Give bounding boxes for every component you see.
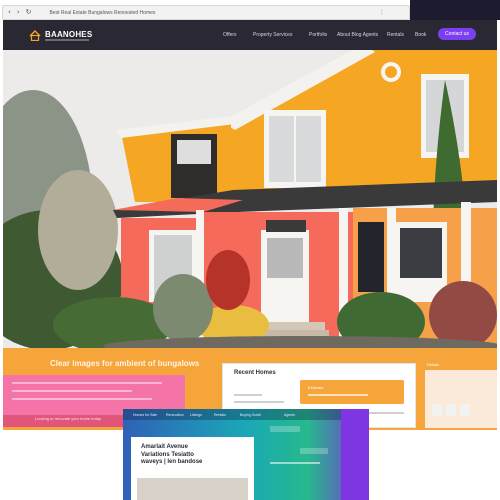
hero-house-image xyxy=(3,50,497,348)
listing-tab-rentals[interactable]: Rentals xyxy=(214,413,226,417)
detail-thumbnail[interactable] xyxy=(432,404,442,416)
logo-tagline xyxy=(45,39,89,41)
nav-link-book[interactable]: Book xyxy=(415,32,426,38)
promo-text-line xyxy=(12,398,152,400)
detail-thumbnail[interactable] xyxy=(460,404,470,416)
nav-link-offers[interactable]: Offers xyxy=(223,32,237,38)
site-logo[interactable]: BAANOHES xyxy=(45,30,92,39)
panel-text-line xyxy=(234,401,284,403)
contact-button[interactable]: Contact us xyxy=(438,28,476,40)
refresh-icon[interactable]: ↻ xyxy=(26,9,32,16)
nav-link-portfolio[interactable]: Portfolio xyxy=(309,32,327,38)
details-label: Details xyxy=(427,362,440,367)
listing-tab-guide[interactable]: Buying Guide xyxy=(240,413,261,417)
listing-heading: Amarlait Avenue Variations Tesiatto wave… xyxy=(141,444,203,465)
nav-link-about[interactable]: About Blog Agents xyxy=(337,32,378,38)
card-accent-strip xyxy=(341,409,369,500)
card-pill xyxy=(270,426,300,432)
panel-title: Recent Homes xyxy=(234,370,276,376)
nav-link-property-services[interactable]: Property Services xyxy=(253,32,292,38)
window-corner xyxy=(410,0,500,20)
browser-menu-icon[interactable]: ⋮ xyxy=(379,9,385,16)
card-text-line xyxy=(270,462,320,464)
listing-tab-renovation[interactable]: Renovation xyxy=(166,413,184,417)
details-card[interactable] xyxy=(425,370,497,428)
card-pill xyxy=(300,448,328,454)
band-heading: Clear images for ambient of bungalows xyxy=(50,359,200,368)
back-arrow-icon[interactable]: ‹ xyxy=(8,9,11,16)
listing-photo xyxy=(137,478,248,500)
nav-link-rentals[interactable]: Rentals xyxy=(387,32,404,38)
house-logo-icon xyxy=(29,30,41,41)
estimate-button[interactable] xyxy=(300,380,404,404)
estimate-button-line xyxy=(308,394,368,396)
detail-thumbnail[interactable] xyxy=(446,404,456,416)
browser-address-bar[interactable]: ‹ › ↻ Best Real Estate Bungalows Renovat… xyxy=(2,5,410,20)
listing-tab-homes[interactable]: Homes for Sale xyxy=(133,413,157,417)
listing-tab-listings[interactable]: Listings xyxy=(190,413,202,417)
promo-text-line xyxy=(12,382,162,384)
site-navbar: BAANOHES Offers Property Services Portfo… xyxy=(3,20,497,50)
panel-text-line xyxy=(234,394,262,396)
url-text[interactable]: Best Real Estate Bungalows Renovated Hom… xyxy=(50,10,156,16)
estimate-button-label: Estimate xyxy=(308,385,324,390)
promo-footer-text: Looking to renovate your home today xyxy=(35,416,102,421)
promo-text-line xyxy=(12,390,132,392)
listing-tab-agents[interactable]: Agents xyxy=(284,413,295,417)
forward-arrow-icon[interactable]: › xyxy=(17,9,20,16)
